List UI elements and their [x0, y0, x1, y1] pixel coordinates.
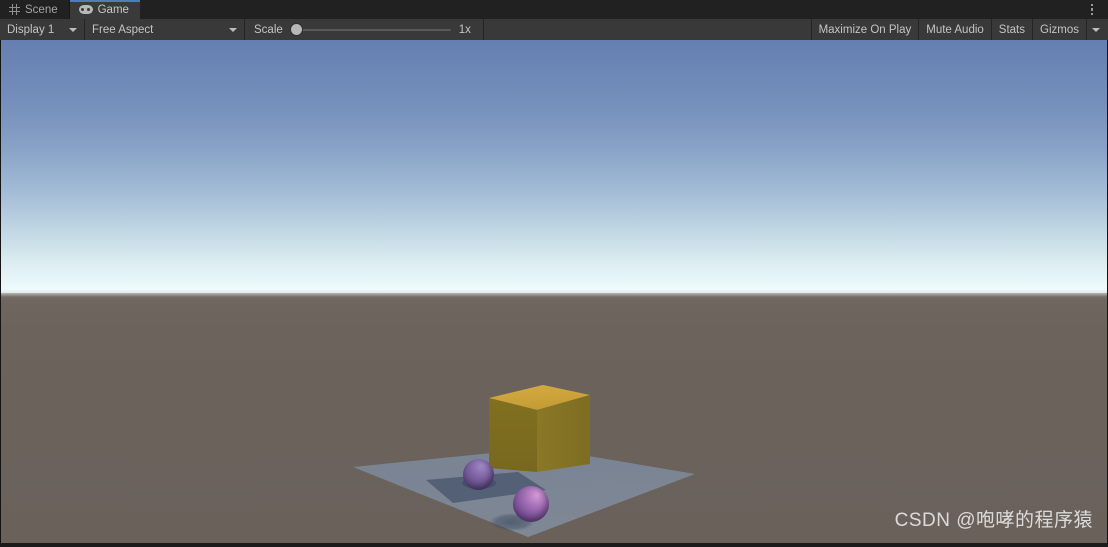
- tab-scene[interactable]: Scene: [0, 0, 69, 19]
- game-view-render[interactable]: CSDN @咆哮的程序猿: [0, 40, 1108, 543]
- scale-label: Scale: [254, 23, 283, 36]
- scale-slider-track: [290, 28, 451, 31]
- window-bottom-edge: [0, 543, 1108, 547]
- gamepad-icon: [78, 5, 93, 14]
- stats-label: Stats: [998, 23, 1026, 36]
- tab-scene-label: Scene: [25, 3, 58, 16]
- display-dropdown-value: Display 1: [7, 23, 55, 36]
- scale-slider-group[interactable]: Scale 1x: [245, 19, 484, 40]
- unity-game-view-window: Scene Game Display 1 Free Aspect Scale 1…: [0, 0, 1108, 547]
- mute-audio-button[interactable]: Mute Audio: [919, 19, 992, 40]
- toolbar-right-group: Maximize On Play Mute Audio Stats Gizmos: [812, 19, 1108, 40]
- panel-tab-bar: Scene Game: [0, 0, 1108, 19]
- stats-button[interactable]: Stats: [992, 19, 1034, 40]
- chevron-down-icon: [229, 27, 237, 32]
- kebab-menu-icon[interactable]: [1084, 0, 1100, 19]
- scale-slider[interactable]: [290, 24, 451, 36]
- grid-icon: [9, 4, 20, 15]
- scene-objects: [1, 40, 1107, 543]
- slider-handle-icon[interactable]: [290, 24, 302, 35]
- maximize-on-play-button[interactable]: Maximize On Play: [812, 19, 920, 40]
- sphere-left: [463, 459, 494, 490]
- tab-game[interactable]: Game: [69, 0, 141, 19]
- scale-value: 1x: [458, 23, 471, 36]
- aspect-ratio-dropdown[interactable]: Free Aspect: [85, 19, 245, 40]
- sphere-right: [513, 486, 549, 522]
- aspect-dropdown-value: Free Aspect: [92, 23, 154, 36]
- mute-audio-label: Mute Audio: [926, 23, 984, 36]
- game-view-toolbar: Display 1 Free Aspect Scale 1x Maximize …: [0, 19, 1108, 40]
- gizmos-label: Gizmos: [1040, 23, 1079, 36]
- cube-face-front-left: [489, 398, 537, 472]
- display-dropdown[interactable]: Display 1: [0, 19, 85, 40]
- tab-game-label: Game: [97, 3, 129, 16]
- gizmos-button[interactable]: Gizmos: [1033, 19, 1086, 40]
- toolbar-spacer: [484, 19, 812, 40]
- cube-object: [489, 385, 590, 472]
- maximize-on-play-label: Maximize On Play: [818, 23, 912, 36]
- gizmos-dropdown-button[interactable]: [1086, 19, 1108, 40]
- chevron-down-icon: [1092, 27, 1100, 32]
- chevron-down-icon: [69, 27, 77, 32]
